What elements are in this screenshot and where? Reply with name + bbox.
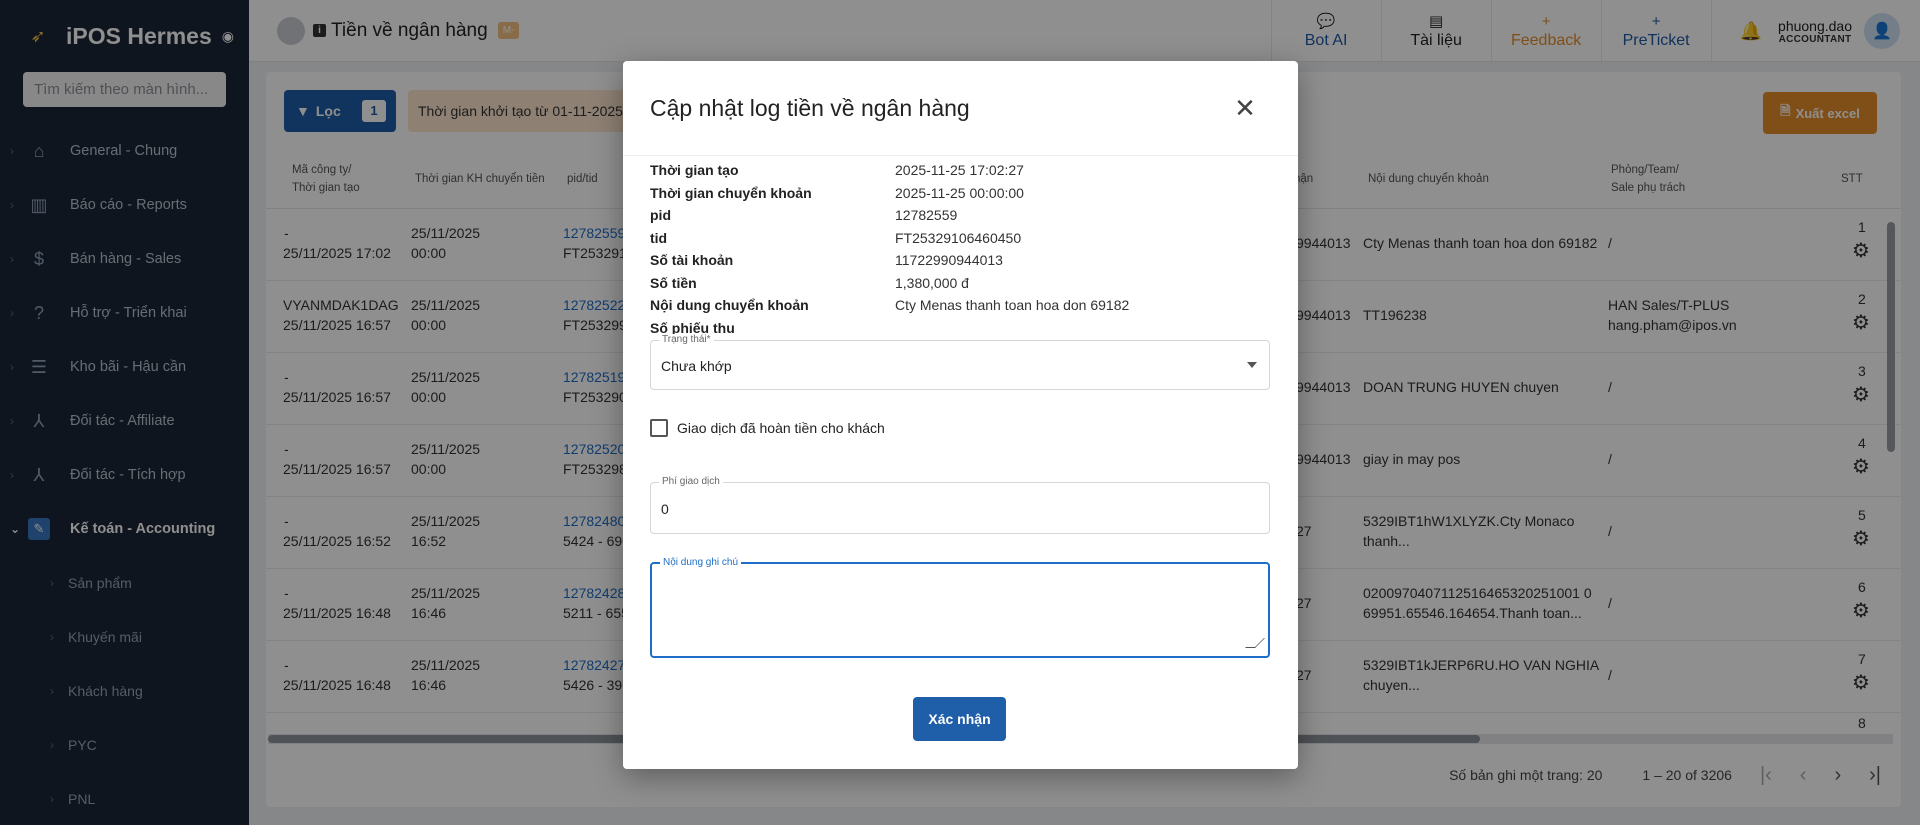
info-value: Cty Menas thanh toan hoa don 69182 [895, 297, 1130, 314]
info-key: Nội dung chuyển khoản [650, 297, 809, 314]
info-key: Thời gian chuyển khoản [650, 184, 812, 201]
fee-value: 0 [661, 501, 669, 517]
info-value: 12782559 [895, 207, 958, 224]
status-label: Trạng thái* [659, 334, 714, 345]
info-value: FT25329106460450 [895, 229, 1022, 246]
info-key: Số tài khoản [650, 252, 734, 269]
info-value: 2025-11-25 00:00:00 [895, 184, 1024, 201]
transaction-info: Thời gian tạo 2025-11-25 17:02:27 Thời gi… [650, 159, 1270, 339]
info-key: tid [650, 229, 668, 246]
note-textarea[interactable]: Nội dung ghi chú [650, 557, 1270, 658]
refund-checkbox-row[interactable]: Giao dịch đã hoàn tiền cho khách [650, 419, 885, 437]
info-key: Số tiền [650, 274, 697, 291]
resize-handle-icon[interactable] [1245, 638, 1265, 648]
info-row: Số phiếu thu [650, 317, 1270, 340]
info-row: tid FT25329106460450 [650, 227, 1270, 250]
dialog-header: Cập nhật log tiền về ngân hàng ✕ [623, 61, 1298, 156]
refund-checkbox[interactable] [650, 419, 668, 437]
update-bank-log-dialog: Cập nhật log tiền về ngân hàng ✕ Thời gi… [623, 61, 1298, 769]
info-row: Thời gian chuyển khoản 2025-11-25 00:00:0… [650, 182, 1270, 205]
dialog-title: Cập nhật log tiền về ngân hàng [650, 94, 970, 121]
info-row: Số tài khoản 11722990944013 [650, 249, 1270, 272]
info-row: Số tiền 1,380,000 đ [650, 272, 1270, 295]
status-select[interactable]: Trạng thái* Chưa khớp [650, 334, 1270, 390]
close-icon[interactable]: ✕ [1232, 95, 1258, 121]
confirm-button[interactable]: Xác nhận [913, 697, 1006, 741]
info-row: pid 12782559 [650, 204, 1270, 227]
info-key: Thời gian tạo [650, 162, 739, 179]
info-row: Nội dung chuyển khoản Cty Menas thanh toa… [650, 294, 1270, 317]
fee-input[interactable]: Phí giao dịch 0 [650, 476, 1270, 534]
note-label: Nội dung ghi chú [660, 557, 742, 568]
status-value: Chưa khớp [661, 358, 732, 374]
info-value: 1,380,000 đ [895, 274, 969, 291]
info-value: 2025-11-25 17:02:27 [895, 162, 1024, 179]
fee-label: Phí giao dịch [659, 476, 723, 487]
dropdown-arrow-icon [1247, 362, 1257, 368]
info-value: 11722990944013 [895, 252, 1003, 269]
info-key: pid [650, 207, 671, 224]
refund-label: Giao dịch đã hoàn tiền cho khách [677, 420, 885, 436]
info-row: Thời gian tạo 2025-11-25 17:02:27 [650, 159, 1270, 182]
